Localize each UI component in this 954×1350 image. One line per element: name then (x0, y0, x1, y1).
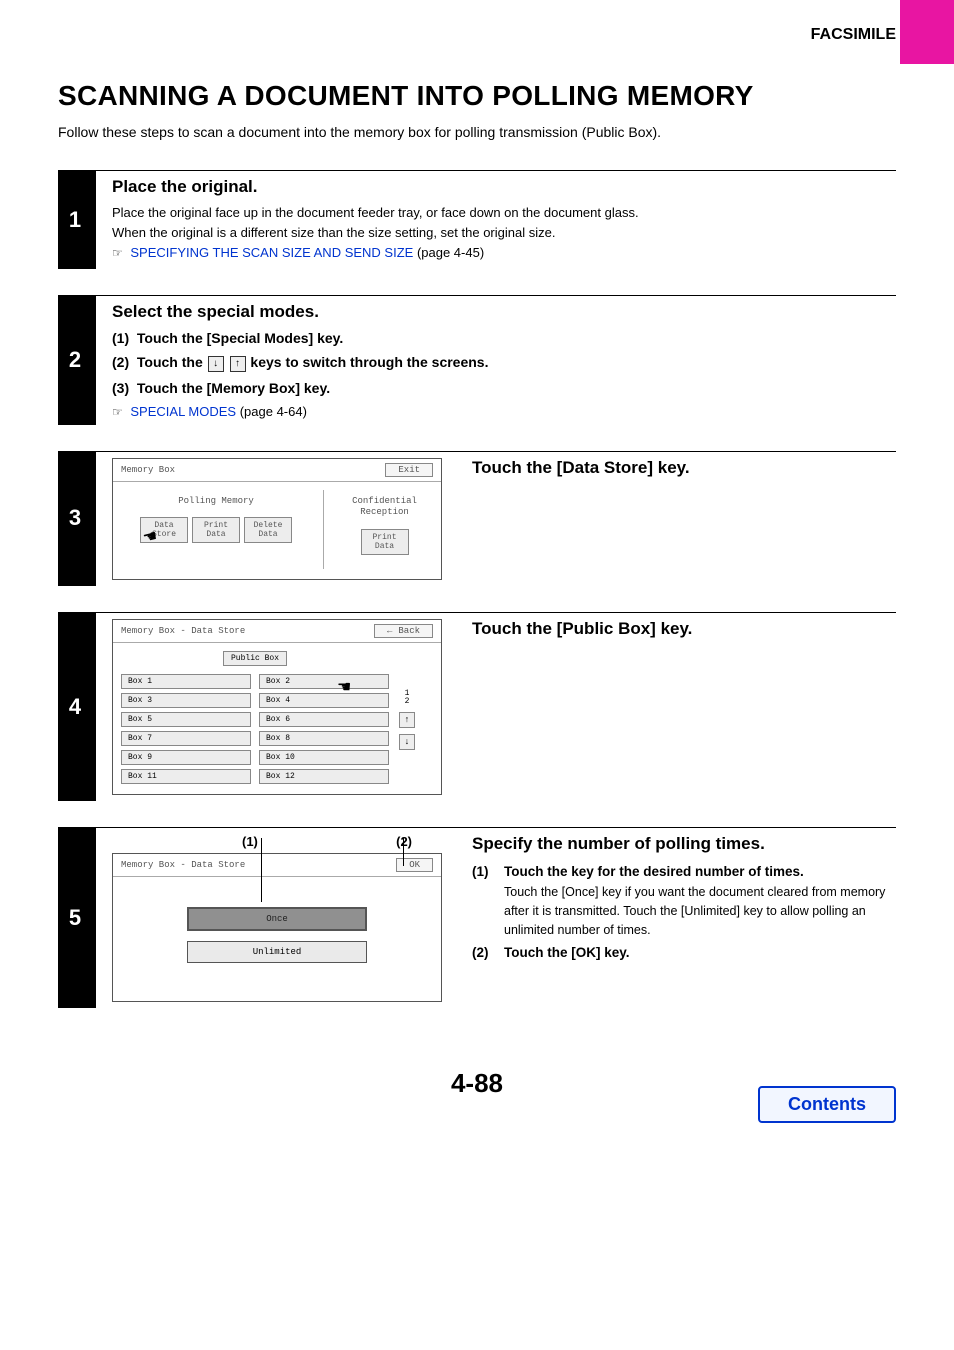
step-2-item-2-pre: Touch the (137, 354, 207, 370)
steps-list: 1 Place the original. Place the original… (58, 170, 896, 1008)
back-button[interactable]: ←Back (374, 624, 433, 638)
step-3-heading: Touch the [Data Store] key. (472, 458, 690, 478)
intro-text: Follow these steps to scan a document in… (58, 124, 896, 140)
scroll-up-button[interactable]: ↑ (399, 712, 415, 728)
reference-icon: ☞ (112, 405, 123, 419)
section-label: FACSIMILE (58, 26, 896, 44)
delete-data-button[interactable]: Delete Data (244, 517, 292, 543)
box-9-button[interactable]: Box 9 (121, 750, 251, 765)
page-title: SCANNING A DOCUMENT INTO POLLING MEMORY (58, 80, 896, 112)
step-2-item-1: Touch the [Special Modes] key. (137, 330, 343, 346)
exit-button[interactable]: Exit (385, 463, 433, 477)
step-5-sub1: Touch the key for the desired number of … (504, 864, 896, 879)
screen-title: Memory Box - Data Store (121, 860, 245, 870)
public-box-button[interactable]: Public Box (223, 651, 287, 666)
step-2-heading: Select the special modes. (112, 302, 896, 322)
step-number-badge: 5 (58, 827, 96, 1008)
scroll-down-button[interactable]: ↓ (399, 734, 415, 750)
data-store-screen: Memory Box - Data Store ←Back Public Box… (112, 619, 442, 795)
box-10-button[interactable]: Box 10 (259, 750, 389, 765)
step-4: 4 Memory Box - Data Store ←Back Public B… (58, 612, 896, 801)
box-5-button[interactable]: Box 5 (121, 712, 251, 727)
step-number-badge: 2 (58, 295, 96, 424)
polling-times-screen: Memory Box - Data Store OK Once Unlimite… (112, 853, 442, 1002)
touch-cursor-icon: ☚ (337, 677, 351, 697)
box-2-button[interactable]: Box 2 (259, 674, 389, 689)
link-scan-size[interactable]: SPECIFYING THE SCAN SIZE AND SEND SIZE (130, 245, 413, 260)
step-1: 1 Place the original. Place the original… (58, 170, 896, 269)
down-arrow-key-icon: ↓ (208, 356, 224, 372)
callout-2: (2) (396, 834, 412, 849)
step-5-sub1-body: Touch the [Once] key if you want the doc… (504, 883, 896, 939)
print-data-button-2[interactable]: Print Data (361, 529, 409, 555)
step-1-text-b: When the original is a different size th… (112, 225, 555, 240)
reference-icon: ☞ (112, 244, 123, 263)
confidential-reception-label: Confidential Reception (338, 496, 431, 519)
polling-memory-label: Polling Memory (123, 496, 309, 508)
step-number-badge: 4 (58, 612, 96, 801)
box-1-button[interactable]: Box 1 (121, 674, 251, 689)
box-7-button[interactable]: Box 7 (121, 731, 251, 746)
step-1-heading: Place the original. (112, 177, 896, 197)
step-5-sub2: Touch the [OK] key. (504, 945, 896, 960)
box-8-button[interactable]: Box 8 (259, 731, 389, 746)
box-4-button[interactable]: Box 4 (259, 693, 389, 708)
print-data-button[interactable]: Print Data (192, 517, 240, 543)
step-3: 3 Memory Box Exit Polling Memory Data St… (58, 451, 896, 586)
up-arrow-key-icon: ↑ (230, 356, 246, 372)
step-2-item-2-post: keys to switch through the screens. (250, 354, 488, 370)
step-1-text-a: Place the original face up in the docume… (112, 205, 639, 220)
step-number-badge: 1 (58, 170, 96, 269)
step-2: 2 Select the special modes. (1) Touch th… (58, 295, 896, 424)
step-5: 5 (1) (2) Memory Box - Data Store OK (58, 827, 896, 1008)
unlimited-button[interactable]: Unlimited (187, 941, 367, 963)
ok-button[interactable]: OK (396, 858, 433, 872)
box-3-button[interactable]: Box 3 (121, 693, 251, 708)
step-4-heading: Touch the [Public Box] key. (472, 619, 692, 639)
step-2-item-3: Touch the [Memory Box] key. (137, 380, 330, 396)
box-12-button[interactable]: Box 12 (259, 769, 389, 784)
link-special-modes[interactable]: SPECIAL MODES (130, 404, 236, 419)
step-number-badge: 3 (58, 451, 96, 586)
step-5-heading: Specify the number of polling times. (472, 834, 896, 854)
contents-button[interactable]: Contents (758, 1086, 896, 1123)
box-11-button[interactable]: Box 11 (121, 769, 251, 784)
box-6-button[interactable]: Box 6 (259, 712, 389, 727)
memory-box-screen: Memory Box Exit Polling Memory Data Stor… (112, 458, 442, 580)
screen-title: Memory Box - Data Store (121, 626, 245, 636)
once-button[interactable]: Once (187, 907, 367, 931)
link-suffix: (page 4-45) (413, 245, 484, 260)
callout-1: (1) (242, 834, 258, 849)
screen-title: Memory Box (121, 465, 175, 475)
